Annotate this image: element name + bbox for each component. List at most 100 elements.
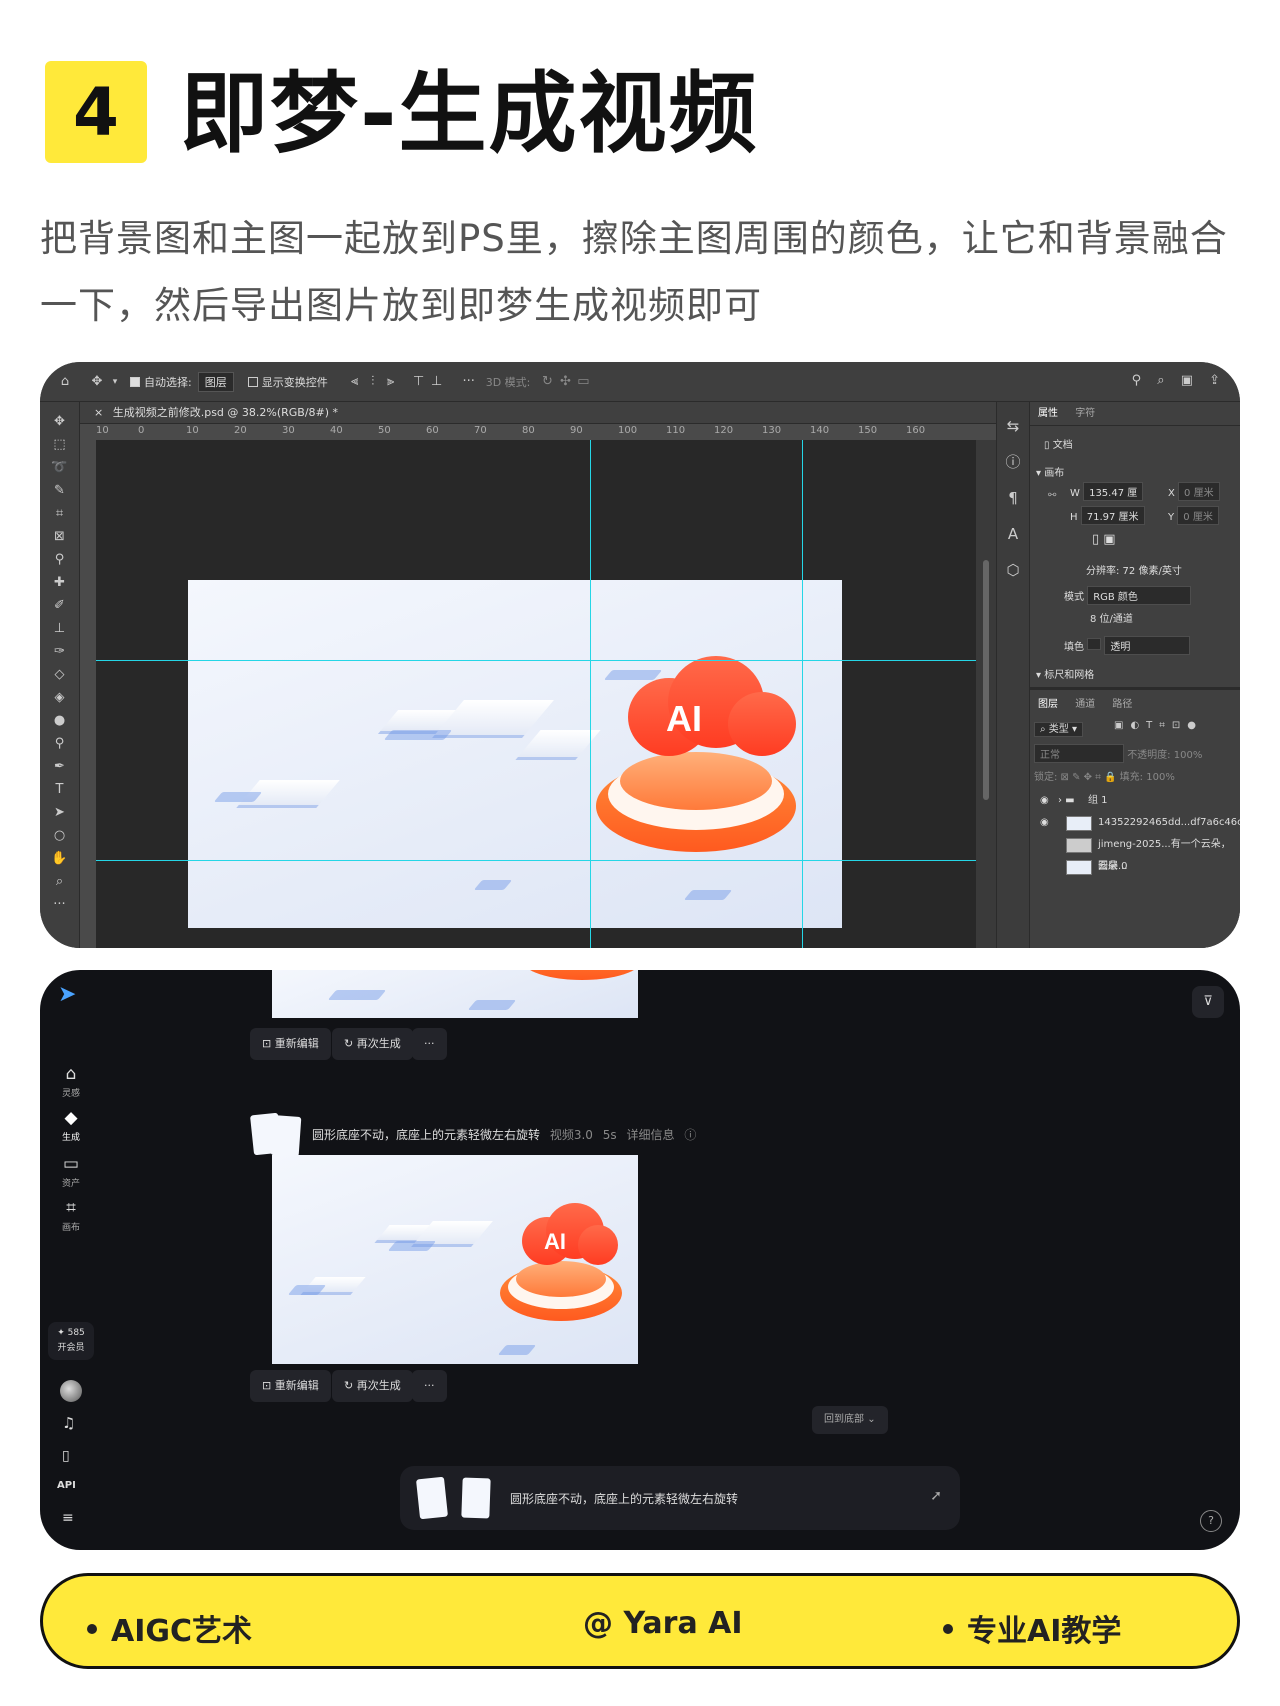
blur-icon[interactable]: ● <box>40 709 79 732</box>
orientation-buttons[interactable]: ▯ ▣ <box>1092 532 1116 547</box>
fill-dropdown[interactable]: 透明 <box>1104 636 1191 655</box>
dodge-icon[interactable]: ⚲ <box>40 732 79 755</box>
portrait-icon[interactable]: ▯ <box>1092 532 1099 547</box>
scrollbar-thumb[interactable] <box>983 560 989 800</box>
frame-icon[interactable]: ⊠ <box>40 525 79 548</box>
camera-3d-icon[interactable]: ▭ <box>574 374 592 389</box>
pan-3d-icon[interactable]: ✣ <box>556 374 574 389</box>
fill-swatch[interactable] <box>1087 638 1102 650</box>
home-icon[interactable]: ⌂ <box>56 374 74 389</box>
jimeng-logo-icon[interactable]: ➤ <box>58 982 76 1007</box>
layer-row[interactable]: ◉ 14352292465dd...df7a6c46cd00 <box>1030 812 1240 834</box>
layer-filter-dropdown[interactable]: ⌕ 类型 ▾ <box>1034 720 1083 737</box>
info-icon[interactable]: ⓘ <box>997 444 1029 480</box>
bucket-icon[interactable]: ◈ <box>40 686 79 709</box>
chevron-down-icon[interactable]: ▾ <box>106 377 124 387</box>
stamp-icon[interactable]: ⊥ <box>40 617 79 640</box>
auto-select-dropdown[interactable]: 图层 <box>197 371 234 392</box>
align-left-icon[interactable]: ⫷ <box>346 374 364 389</box>
align-middle-icon[interactable]: ⊥ <box>428 374 446 389</box>
link-icon[interactable]: ⚯ <box>1048 490 1056 501</box>
back-to-bottom-button[interactable]: 回到底部 ⌄ <box>812 1406 888 1434</box>
help-icon[interactable]: ? <box>1200 1510 1222 1532</box>
history-brush-icon[interactable]: ✑ <box>40 640 79 663</box>
cube-icon[interactable]: ⬡ <box>997 552 1029 588</box>
generated-video[interactable]: AI <box>272 1155 638 1364</box>
mode-dropdown[interactable]: RGB 颜色 <box>1087 586 1192 605</box>
eye-icon[interactable]: ◉ <box>1040 812 1049 834</box>
blend-mode-dropdown[interactable]: 正常 <box>1034 744 1124 763</box>
more-options-icon[interactable]: ··· <box>460 374 478 389</box>
vertical-scrollbar[interactable] <box>976 440 996 948</box>
character-icon[interactable]: A <box>997 516 1029 552</box>
x-input[interactable]: 0 厘米 <box>1178 482 1220 501</box>
landscape-icon[interactable]: ▣ <box>1103 532 1115 547</box>
rulers-section-header[interactable]: ▾ 标尺和网格 <box>1036 666 1094 681</box>
type-icon[interactable]: T <box>40 778 79 801</box>
paragraph-icon[interactable]: ¶ <box>997 480 1029 516</box>
sidebar-item-canvas[interactable]: ⌗ 画布 <box>40 1198 102 1233</box>
eye-icon[interactable]: ◉ <box>1040 790 1049 812</box>
tab-paths[interactable]: 路径 <box>1112 699 1132 710</box>
vip-button[interactable]: ✦ 585 开会员 <box>48 1322 94 1360</box>
y-input[interactable]: 0 厘米 <box>1177 506 1219 525</box>
path-select-icon[interactable]: ➤ <box>40 801 79 824</box>
avatar[interactable] <box>60 1380 82 1402</box>
send-icon[interactable]: ➚ <box>930 1488 942 1504</box>
ps-right-icons[interactable]: ⚲ ⌕ ▣ ⇪ <box>1132 373 1226 388</box>
regenerate-button[interactable]: ↻ 再次生成 <box>332 1370 413 1402</box>
bell-icon[interactable]: ♫ <box>62 1414 75 1432</box>
crop-icon[interactable]: ⌗ <box>40 502 79 525</box>
menu-icon[interactable]: ≡ <box>62 1510 74 1526</box>
prompt-details-link[interactable]: 详细信息 <box>626 1128 674 1142</box>
marquee-icon[interactable]: ⬚ <box>40 433 79 456</box>
tab-character[interactable]: 字符 <box>1075 408 1095 419</box>
show-transform-checkbox[interactable] <box>247 376 258 387</box>
tab-properties[interactable]: 属性 <box>1038 408 1058 419</box>
sidebar-item-generate[interactable]: ◆ 生成 <box>40 1108 102 1143</box>
prompt-input-box[interactable]: 圆形底座不动，底座上的元素轻微左右旋转 ➚ <box>400 1466 960 1530</box>
opacity-value[interactable]: 100% <box>1174 750 1203 761</box>
healing-icon[interactable]: ✚ <box>40 571 79 594</box>
filter-icon[interactable]: ⊽ <box>1192 986 1224 1018</box>
move-tool-icon[interactable]: ✥ <box>88 374 106 389</box>
more-button[interactable]: ··· <box>412 1028 447 1060</box>
rotate-3d-icon[interactable]: ↻ <box>538 374 556 389</box>
ps-canvas[interactable]: AI <box>96 440 976 948</box>
re-edit-button[interactable]: ⊡ 重新编辑 <box>250 1370 331 1402</box>
close-icon[interactable]: × <box>94 406 103 419</box>
canvas-section-header[interactable]: ▾ 画布 <box>1036 464 1064 479</box>
eraser-icon[interactable]: ◇ <box>40 663 79 686</box>
brush-icon[interactable]: ✐ <box>40 594 79 617</box>
more-button[interactable]: ··· <box>412 1370 447 1402</box>
hand-icon[interactable]: ✋ <box>40 847 79 870</box>
move-icon[interactable]: ✥ <box>40 410 79 433</box>
layer-row[interactable]: jimeng-2025...有一个云朵，云朵... <box>1030 834 1240 872</box>
regenerate-button[interactable]: ↻ 再次生成 <box>332 1028 413 1060</box>
align-center-icon[interactable]: ⫶ <box>364 374 382 389</box>
tab-layers[interactable]: 图层 <box>1038 699 1058 710</box>
info-icon[interactable]: ⓘ <box>684 1128 696 1142</box>
re-edit-button[interactable]: ⊡ 重新编辑 <box>250 1028 331 1060</box>
api-link[interactable]: API <box>57 1480 76 1491</box>
pen-icon[interactable]: ✒ <box>40 755 79 778</box>
prompt-input-text[interactable]: 圆形底座不动，底座上的元素轻微左右旋转 <box>510 1490 738 1507</box>
bit-depth-dropdown[interactable]: 8 位/通道 <box>1090 610 1133 625</box>
previous-video-thumbnail[interactable] <box>272 970 638 1018</box>
auto-select-checkbox[interactable] <box>130 376 140 387</box>
eyedropper-icon[interactable]: ⚲ <box>40 548 79 571</box>
quick-select-icon[interactable]: ✎ <box>40 479 79 502</box>
tab-channels[interactable]: 通道 <box>1075 699 1095 710</box>
width-input[interactable]: 135.47 厘 <box>1083 482 1144 501</box>
more-tools-icon[interactable]: ··· <box>40 893 79 916</box>
sidebar-item-inspiration[interactable]: ⌂ 灵感 <box>40 1064 102 1099</box>
height-input[interactable]: 71.97 厘米 <box>1080 506 1145 525</box>
document-tab[interactable]: × 生成视频之前修改.psd @ 38.2%(RGB/8#) * <box>80 402 996 424</box>
align-top-icon[interactable]: ⊤ <box>410 374 428 389</box>
layer-filter-icons[interactable]: ▣◐T⌗⊡● <box>1114 720 1203 731</box>
ellipse-icon[interactable]: ○ <box>40 824 79 847</box>
layer-fill-value[interactable]: 100% <box>1146 772 1175 783</box>
zoom-icon[interactable]: ⌕ <box>40 870 79 893</box>
lasso-icon[interactable]: ➰ <box>40 456 79 479</box>
layer-row[interactable]: ◉ › ▬ 组 1 <box>1030 790 1240 812</box>
